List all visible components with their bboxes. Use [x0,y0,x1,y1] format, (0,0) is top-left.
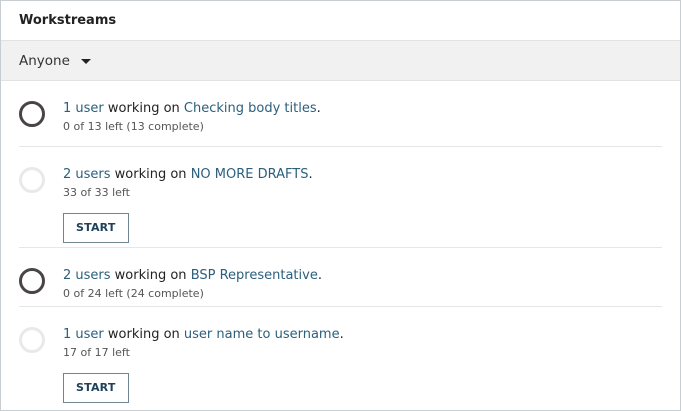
progress-text: 0 of 24 left (24 complete) [63,287,204,300]
progress-text: 0 of 13 left (13 complete) [63,120,204,133]
task-link[interactable]: BSP Representative [191,268,318,283]
caret-down-icon [80,58,91,64]
task-link[interactable]: NO MORE DRAFTS [191,167,309,182]
working-on-text: working on [110,268,191,283]
period-text: . [308,167,313,182]
working-on-text: working on [103,101,184,116]
workstream-content: 1 user working on user name to username.… [63,307,662,403]
progress-text: 33 of 33 left [63,186,130,199]
workstream-content: 2 users working on NO MORE DRAFTS. 33 of… [63,147,662,243]
task-link[interactable]: Checking body titles [184,101,317,116]
workstream-content: 2 users working on BSP Representative. 0… [63,248,662,301]
start-button[interactable]: START [63,373,129,403]
assignee-filter-dropdown[interactable]: Anyone [19,53,91,69]
assignee-filter-label: Anyone [19,52,70,69]
users-link[interactable]: 2 users [63,167,111,182]
progress-ring-icon [19,101,45,127]
working-on-text: working on [110,167,191,182]
panel-header: Workstreams [1,1,680,41]
period-text: . [316,101,321,116]
progress-ring-icon [19,268,45,294]
task-link[interactable]: user name to username [184,327,340,342]
users-link[interactable]: 1 user [63,101,104,116]
progress-ring-icon [19,167,45,193]
workstream-summary: 2 users working on BSP Representative. [63,267,662,285]
workstream-list: 1 user working on Checking body titles. … [19,81,662,407]
workstream-summary: 1 user working on Checking body titles. [63,100,662,118]
page-title: Workstreams [19,13,117,28]
start-button[interactable]: START [63,213,129,243]
period-text: . [317,268,322,283]
users-link[interactable]: 1 user [63,327,104,342]
workstream-content: 1 user working on Checking body titles. … [63,81,662,134]
workstream-item: 2 users working on NO MORE DRAFTS. 33 of… [19,147,662,248]
workstream-item: 1 user working on user name to username.… [19,307,662,407]
workstream-item: 2 users working on BSP Representative. 0… [19,248,662,307]
workstreams-panel: Workstreams Anyone 1 user working on Che… [0,0,681,411]
progress-ring-icon [19,327,45,353]
period-text: . [339,327,344,342]
users-link[interactable]: 2 users [63,268,111,283]
workstream-item: 1 user working on Checking body titles. … [19,81,662,147]
working-on-text: working on [103,327,184,342]
progress-text: 17 of 17 left [63,346,130,359]
workstream-summary: 2 users working on NO MORE DRAFTS. [63,166,662,184]
filter-bar: Anyone [1,41,680,81]
workstream-summary: 1 user working on user name to username. [63,326,662,344]
